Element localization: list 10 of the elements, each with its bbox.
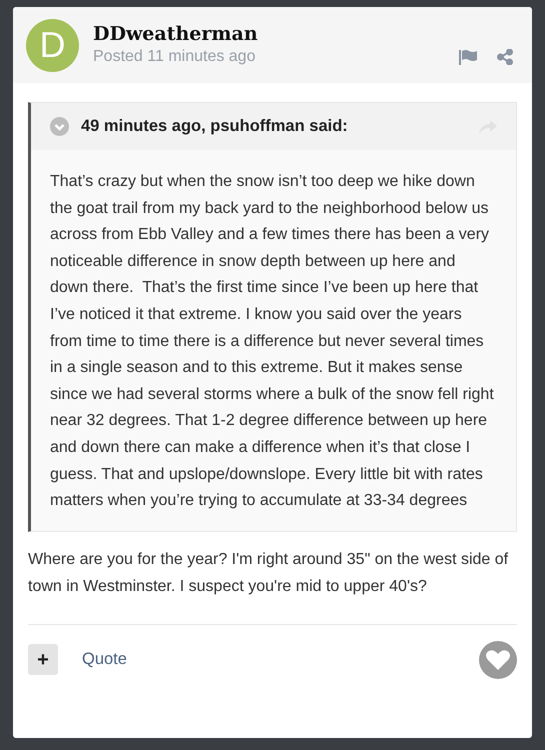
quote-citation: 49 minutes ago, psuhoffman said: bbox=[81, 116, 349, 138]
chevron-down-icon[interactable] bbox=[50, 117, 69, 136]
post-time: Posted 11 minutes ago bbox=[93, 47, 256, 67]
author-name[interactable]: DDweatherman bbox=[93, 22, 445, 46]
share-icon[interactable] bbox=[497, 49, 513, 65]
quote-link[interactable]: Quote bbox=[82, 647, 127, 672]
quote-text: That’s crazy but when the snow isn’t too deep we hike down the goat trail from my back yard to the neighborhood below us across from Ebb Valley and a few times there has been a very noticeable difference in snow depth between up here and down there. That’s the first time since I’ve been up here that I’ve noticed it that extreme. I know you said over the years from time to time there is a difference but never several times in a single season and to this extreme. But it makes sense since we had several storms where a bulk of the snow fell right near 32 degrees. That 1-2 degree difference between up here and down there can make a difference when it’s that close I guess. That and upslope/downslope. Every little bit with rates matters when you’re trying to accumulate at 33-34 degrees bbox=[49, 172, 495, 512]
flag-icon[interactable] bbox=[459, 50, 477, 64]
post-text: Where are you for the year? I'm right around 35" on the west side of town in Westminster. I suspect you're mid to upper 40's? bbox=[28, 532, 517, 625]
multiquote-button[interactable]: + bbox=[28, 644, 58, 676]
